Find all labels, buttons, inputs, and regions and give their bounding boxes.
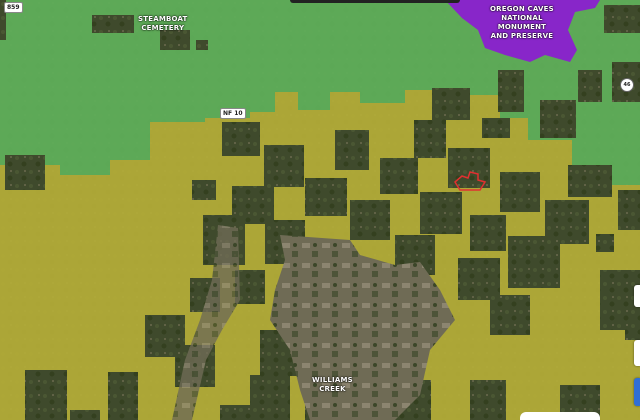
map-control-button-2[interactable] [634, 340, 640, 366]
map-canvas[interactable]: 859 NF 10 46 STEAMBOAT CEMETERY OREGON C… [0, 0, 640, 420]
route-shield-859: 859 [4, 2, 23, 13]
bottom-sheet-handle[interactable] [520, 412, 600, 420]
route-shield-46: 46 [620, 78, 634, 92]
route-shield-nf10: NF 10 [220, 108, 246, 119]
map-control-button-3[interactable] [634, 378, 640, 406]
map-layers [0, 0, 640, 420]
label-steamboat-cemetery: STEAMBOAT CEMETERY [138, 15, 188, 33]
map-control-button[interactable] [634, 285, 640, 307]
label-williams-creek: WILLIAMS CREEK [312, 376, 353, 394]
label-oregon-caves: OREGON CAVES NATIONAL MONUMENT AND PRESE… [490, 5, 554, 41]
top-drag-handle[interactable] [290, 0, 460, 3]
